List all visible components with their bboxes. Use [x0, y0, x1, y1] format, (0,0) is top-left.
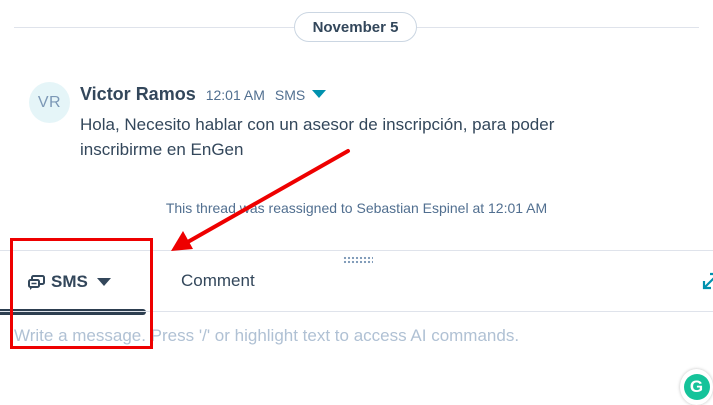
date-label: November 5 — [294, 12, 417, 42]
chevron-down-icon[interactable] — [312, 90, 327, 98]
grammarly-button[interactable]: G — [680, 369, 713, 405]
annotation-highlight-box — [10, 238, 153, 349]
system-note-text: This thread was reassigned to Sebastian … — [165, 200, 548, 216]
tab-comment[interactable]: Comment — [181, 271, 255, 291]
drag-handle-icon[interactable] — [343, 256, 373, 264]
message-header: Victor Ramos 12:01 AM SMS — [80, 84, 327, 105]
message-time: 12:01 AM — [205, 87, 265, 103]
message-channel: SMS — [274, 87, 306, 103]
expand-icon[interactable] — [700, 270, 713, 292]
message-body: Hola, Necesito hablar con un asesor de i… — [80, 115, 555, 159]
system-note: This thread was reassigned to Sebastian … — [0, 200, 713, 216]
sender-name: Victor Ramos — [80, 84, 196, 104]
avatar: VR — [29, 82, 70, 123]
grammarly-icon: G — [683, 374, 710, 400]
